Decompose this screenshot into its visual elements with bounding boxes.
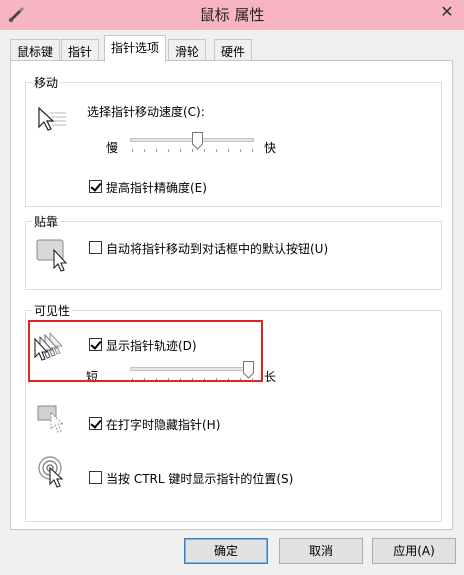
close-icon: ✕	[440, 1, 454, 21]
show-location-icon	[38, 456, 64, 488]
slider-tick	[180, 149, 181, 152]
hide-typing-label[interactable]: 在打字时隐藏指针(H)	[106, 416, 220, 433]
slider-tick	[228, 149, 229, 152]
slider-tick	[132, 149, 133, 152]
title-bar: 鼠标 属性 ✕	[0, 0, 464, 30]
tab-panel: 移动 选择指针移动速度(C): 慢 快 提高指针精确度(E) 贴靠 自动将指针移…	[10, 60, 453, 530]
snap-group-label: 贴靠	[32, 213, 61, 230]
visibility-group-label: 可见性	[32, 302, 73, 319]
ok-button[interactable]: 确定	[184, 538, 268, 564]
highlight-box	[28, 320, 263, 382]
slider-tick	[144, 149, 145, 152]
window-title: 鼠标 属性	[199, 6, 265, 24]
snap-label[interactable]: 自动将指针移动到对话框中的默认按钮(U)	[106, 240, 328, 257]
snap-checkbox[interactable]	[89, 241, 102, 254]
precision-checkbox[interactable]	[89, 180, 102, 193]
speed-slider[interactable]	[130, 132, 254, 156]
snap-group: 贴靠 自动将指针移动到对话框中的默认按钮(U)	[25, 213, 442, 290]
trails-long-label: 长	[264, 370, 277, 384]
precision-label[interactable]: 提高指针精确度(E)	[106, 179, 207, 196]
tab-wheel[interactable]: 滑轮	[168, 39, 207, 61]
close-button[interactable]: ✕	[432, 0, 462, 22]
slider-tick	[204, 149, 205, 152]
tab-buttons[interactable]: 鼠标键	[10, 39, 61, 61]
cancel-button[interactable]: 取消	[279, 538, 363, 564]
hide-typing-checkbox[interactable]	[89, 417, 102, 430]
show-location-checkbox[interactable]	[89, 471, 102, 484]
slider-tick	[168, 149, 169, 152]
speed-slider-thumb[interactable]	[192, 132, 203, 150]
snap-to-button-icon	[36, 239, 68, 272]
slider-tick	[156, 149, 157, 152]
hide-while-typing-icon	[37, 405, 65, 433]
motion-group-label: 移动	[32, 74, 61, 91]
motion-group: 移动 选择指针移动速度(C): 慢 快 提高指针精确度(E)	[25, 74, 442, 207]
apply-button[interactable]: 应用(A)	[372, 538, 456, 564]
pointer-speed-icon	[38, 106, 66, 131]
tab-hardware[interactable]: 硬件	[214, 39, 253, 61]
show-location-label[interactable]: 当按 CTRL 键时显示指针的位置(S)	[106, 470, 293, 487]
tab-pointer-options[interactable]: 指针选项	[104, 35, 167, 62]
slider-tick	[216, 149, 217, 152]
speed-label: 选择指针移动速度(C):	[87, 105, 205, 119]
slow-label: 慢	[106, 141, 119, 155]
slider-tick	[252, 149, 253, 152]
slider-tick	[240, 149, 241, 152]
fast-label: 快	[264, 141, 277, 155]
tab-pointers[interactable]: 指针	[61, 39, 100, 61]
